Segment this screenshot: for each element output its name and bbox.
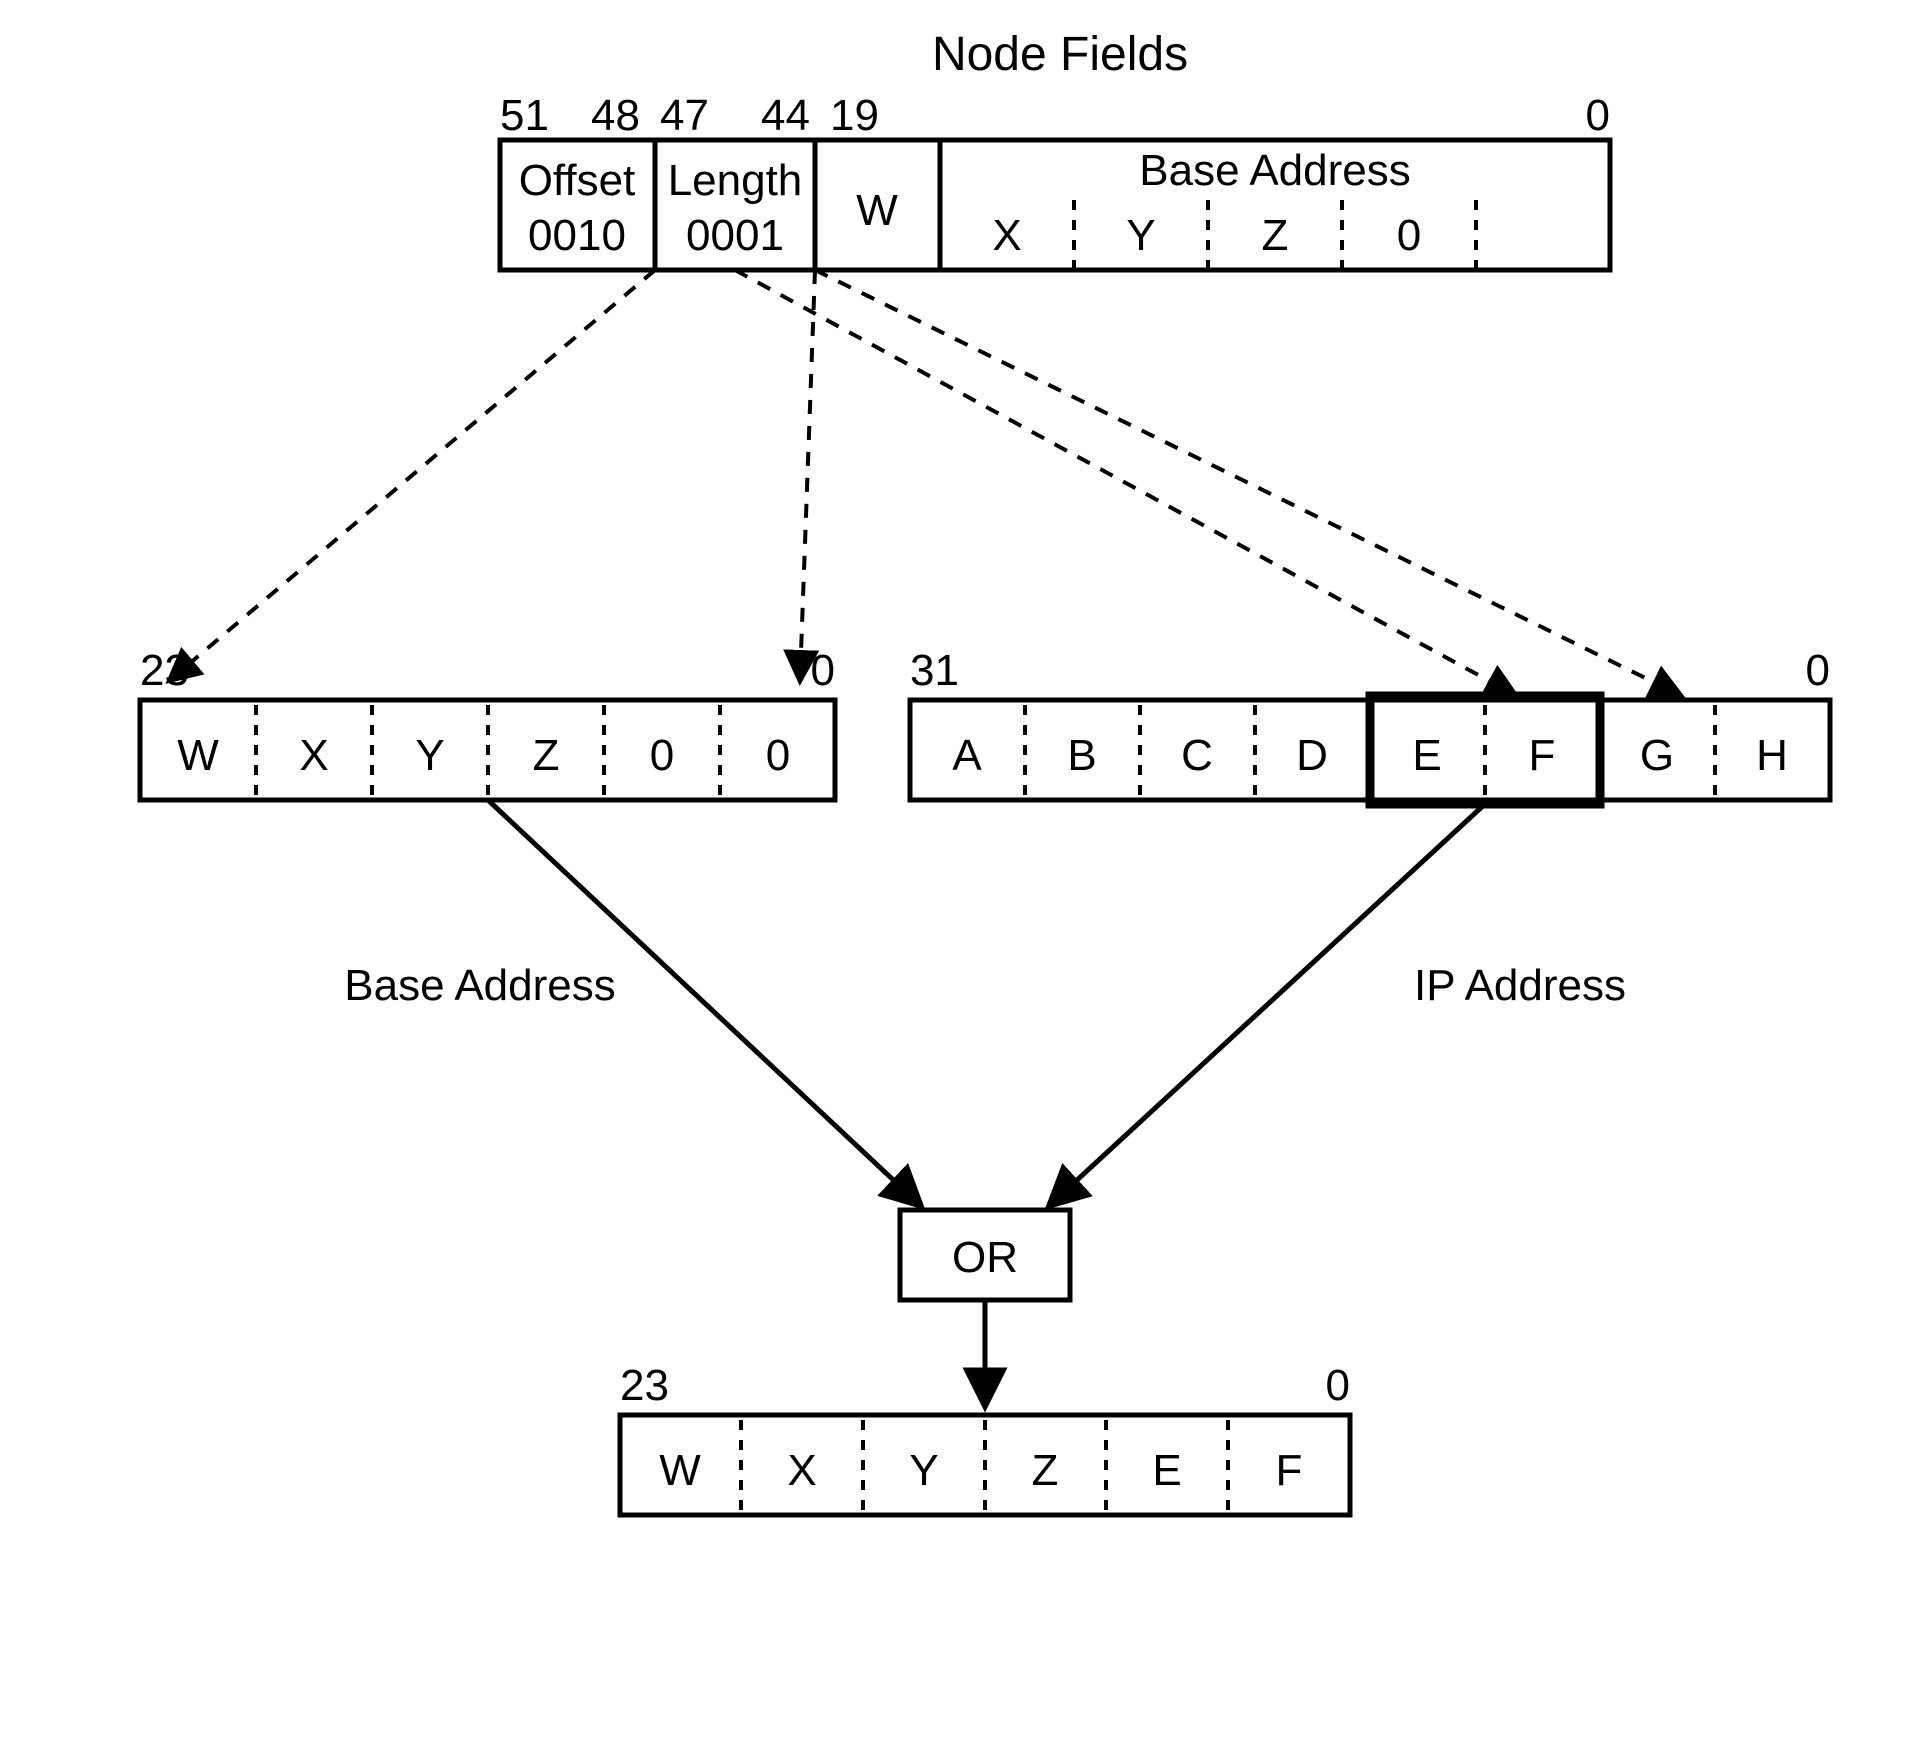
left-c5: 0 [766,731,790,780]
res-c5: F [1276,1446,1303,1495]
res-c4: E [1152,1446,1181,1495]
base-address-label-top: Base Address [1139,146,1411,195]
top-box [500,140,1610,270]
top-base-3: 0 [1397,211,1421,260]
top-bit-47: 47 [660,91,709,140]
top-w: W [856,186,898,235]
right-c0: A [952,731,982,780]
top-base-2: Z [1262,211,1289,260]
right-c3: D [1296,731,1328,780]
right-c6: G [1640,731,1674,780]
top-base-0: X [992,211,1021,260]
right-bit-31: 31 [910,646,959,695]
ip-address-caption: IP Address [1414,961,1626,1010]
right-c1: B [1067,731,1096,780]
base-address-caption: Base Address [344,961,616,1010]
result-bit-23: 23 [620,1361,669,1410]
left-bit-23: 23 [140,646,189,695]
left-c2: Y [415,731,444,780]
right-c2: C [1181,731,1213,780]
top-bit-51: 51 [500,91,549,140]
offset-value: 0010 [528,211,626,260]
right-c5: F [1529,731,1556,780]
right-c4: E [1412,731,1441,780]
res-c1: X [787,1446,816,1495]
top-bit-48: 48 [591,91,640,140]
left-c0: W [177,731,219,780]
dash-arrow-to-e [735,270,1515,695]
dash-arrow-length-left [800,270,815,680]
left-bit-0: 0 [811,646,835,695]
length-value: 0001 [686,211,784,260]
length-label: Length [668,156,803,205]
left-c3: Z [533,731,560,780]
title: Node Fields [932,28,1188,81]
dash-arrow-offset-left [170,270,655,680]
top-bit-19: 19 [830,91,879,140]
res-c0: W [659,1446,701,1495]
res-c3: Z [1032,1446,1059,1495]
result-bit-0: 0 [1326,1361,1350,1410]
res-c2: Y [909,1446,938,1495]
top-base-1: Y [1126,211,1155,260]
top-bit-44: 44 [761,91,810,140]
right-bit-0: 0 [1806,646,1830,695]
or-label: OR [952,1233,1018,1282]
offset-label: Offset [519,156,636,205]
left-c1: X [299,731,328,780]
right-c7: H [1756,731,1788,780]
diagram-canvas: Node Fields 51 48 47 44 19 0 Offset 0010… [0,0,1925,1739]
left-c4: 0 [650,731,674,780]
top-bit-0: 0 [1586,91,1610,140]
dash-arrow-to-f [815,270,1680,695]
